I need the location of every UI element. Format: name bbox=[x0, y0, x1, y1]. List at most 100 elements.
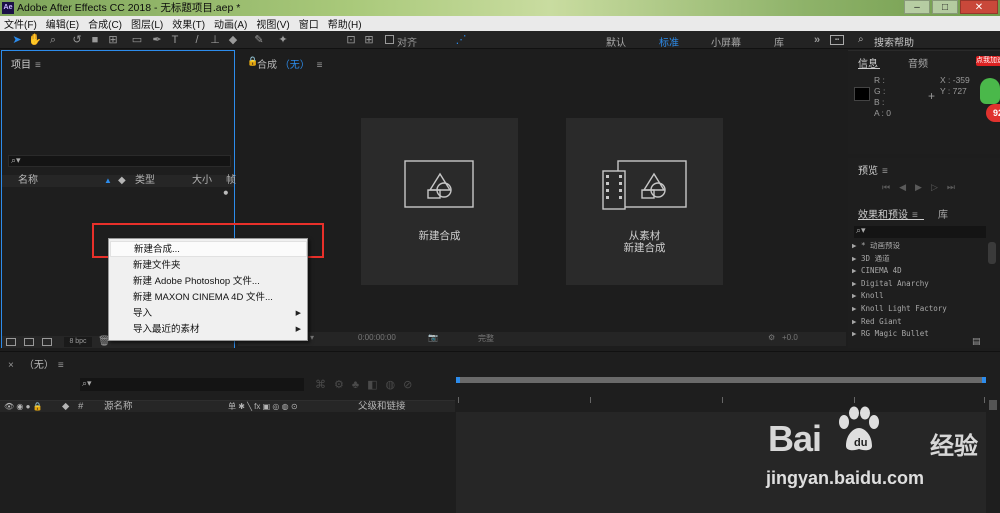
effects-item[interactable]: ▶ CINEMA 4D bbox=[852, 265, 988, 278]
label-tag-icon[interactable]: ◆ bbox=[62, 401, 69, 413]
brush-tool-icon[interactable]: / bbox=[190, 34, 204, 46]
more-workspaces-icon[interactable]: » bbox=[810, 34, 824, 46]
effects-item[interactable]: ▶ Red Giant bbox=[852, 316, 988, 329]
column-name[interactable]: 名称 bbox=[18, 175, 38, 187]
minimize-icon[interactable]: – bbox=[904, 0, 930, 14]
panel-menu-icon[interactable]: ≡ bbox=[58, 360, 64, 371]
context-new-composition[interactable]: 新建合成... bbox=[110, 241, 307, 257]
effects-item[interactable]: ▶ Knoll bbox=[852, 290, 988, 303]
close-icon[interactable]: × bbox=[8, 360, 14, 371]
workspace-libraries[interactable]: 库 bbox=[774, 34, 784, 49]
pan-behind-tool-icon[interactable]: ⊞ bbox=[106, 34, 120, 46]
search-help-field[interactable]: ⌕ 搜索帮助 bbox=[858, 34, 996, 49]
timeline-tab[interactable]: × （无） ≡ bbox=[8, 356, 64, 371]
new-composition-icon[interactable] bbox=[42, 338, 52, 346]
settings-icon[interactable]: ⚙ bbox=[768, 333, 775, 342]
effects-scrollbar[interactable] bbox=[988, 242, 996, 264]
sort-arrow-icon[interactable]: ▲ bbox=[104, 175, 112, 187]
preview-controls[interactable]: ⏮◀▶▷⏭ bbox=[882, 182, 964, 193]
new-folder-icon[interactable]: ▤ bbox=[972, 336, 981, 347]
panel-menu-icon[interactable]: ≡ bbox=[317, 60, 323, 71]
composition-panel[interactable]: 🔒 合成 （无） ≡ 新建合成 从素材 新建合成 ▾ 0:00:00:00 📷 … bbox=[238, 50, 846, 348]
menu-composition[interactable]: 合成(C) bbox=[88, 16, 122, 31]
maximize-icon[interactable]: □ bbox=[932, 0, 958, 14]
label-tag-icon[interactable]: ◆ bbox=[118, 175, 126, 187]
column-parent-link[interactable]: 父级和链接 bbox=[358, 401, 406, 413]
new-composition-card[interactable]: 新建合成 bbox=[361, 118, 518, 285]
roto-brush-tool-icon[interactable]: ✎ bbox=[252, 34, 266, 46]
context-new-folder[interactable]: 新建文件夹 bbox=[110, 258, 307, 274]
selection-tool-icon[interactable]: ➤ bbox=[10, 34, 24, 46]
rotate-tool-icon[interactable]: ↺ bbox=[70, 34, 84, 46]
resolution-dropdown[interactable]: ▾ bbox=[310, 333, 314, 342]
menu-animation[interactable]: 动画(A) bbox=[214, 16, 247, 31]
effects-search-input[interactable]: ⌕▾ bbox=[854, 225, 986, 238]
timeline-search-input[interactable]: ⌕▾ bbox=[80, 378, 304, 391]
clone-stamp-tool-icon[interactable]: ⊥ bbox=[208, 34, 222, 46]
snapshot-icon[interactable]: 📷 bbox=[428, 333, 438, 342]
puppet-tool-icon[interactable]: ✦ bbox=[276, 34, 290, 46]
zoom-dropdown[interactable]: 完整 bbox=[478, 333, 494, 344]
menu-window[interactable]: 窗口 bbox=[299, 16, 319, 31]
workspace-small-screen[interactable]: 小屏幕 bbox=[711, 34, 741, 49]
column-type[interactable]: 类型 bbox=[135, 175, 155, 187]
align-checkbox[interactable] bbox=[385, 35, 394, 44]
effects-item[interactable]: ▶ 3D 通道 bbox=[852, 253, 988, 266]
preview-panel[interactable]: 预览 ≡ ⏮◀▶▷⏭ bbox=[848, 158, 1000, 202]
exposure-value[interactable]: +0.0 bbox=[782, 333, 798, 342]
effects-item[interactable]: ▶ * 动画预设 bbox=[852, 240, 988, 253]
menu-layer[interactable]: 图层(L) bbox=[131, 16, 163, 31]
type-tool-icon[interactable]: T bbox=[168, 34, 182, 46]
panel-menu-icon[interactable]: ≡ bbox=[35, 60, 41, 71]
menu-file[interactable]: 文件(F) bbox=[4, 16, 37, 31]
speed-boost-badge[interactable]: 点我加速 92 bbox=[976, 56, 1000, 126]
flowchart-icon[interactable]: ⚫ bbox=[222, 188, 230, 199]
effects-item[interactable]: ▶ RG Magic Bullet bbox=[852, 328, 988, 341]
lock-icon[interactable]: 🔒 bbox=[247, 56, 258, 67]
camera-tool-icon[interactable]: ■ bbox=[88, 34, 102, 46]
context-new-photoshop-file[interactable]: 新建 Adobe Photoshop 文件... bbox=[110, 274, 307, 290]
timecode-display[interactable]: 0:00:00:00 bbox=[358, 333, 396, 342]
workspace-standard[interactable]: 标准 bbox=[659, 34, 679, 49]
layer-switches-header[interactable]: 单 ✱ ╲ fx ▣ ◎ ◍ ⊙ bbox=[228, 401, 298, 413]
tab-audio[interactable]: 音频 bbox=[908, 55, 928, 70]
zoom-tool-icon[interactable]: ⌕ bbox=[46, 34, 60, 46]
panel-menu-icon[interactable]: ≡ bbox=[882, 166, 888, 177]
menu-edit[interactable]: 编辑(E) bbox=[46, 16, 79, 31]
from-footage-card[interactable]: 从素材 新建合成 bbox=[566, 118, 723, 285]
workspace-menu-icon[interactable]: ▪▪ bbox=[830, 35, 844, 45]
tab-library[interactable]: 库 bbox=[938, 206, 948, 221]
close-icon[interactable]: ✕ bbox=[960, 0, 998, 14]
effects-and-presets-panel[interactable]: 效果和预设 ≡ 库 ⌕▾ ▶ * 动画预设 ▶ 3D 通道 ▶ CINEMA 4D… bbox=[848, 202, 1000, 348]
interpret-footage-icon[interactable] bbox=[6, 338, 16, 346]
column-frame[interactable]: 帧 bbox=[226, 175, 236, 187]
context-import-recent[interactable]: 导入最近的素材 ▶ bbox=[110, 322, 307, 338]
menu-effect[interactable]: 效果(T) bbox=[172, 16, 205, 31]
effects-item[interactable]: ▶ Knoll Light Factory bbox=[852, 303, 988, 316]
context-new-cinema4d-file[interactable]: 新建 MAXON CINEMA 4D 文件... bbox=[110, 290, 307, 306]
bit-depth-button[interactable]: 8 bpc bbox=[64, 337, 92, 347]
column-size[interactable]: 大小 bbox=[192, 175, 212, 187]
eraser-tool-icon[interactable]: ◆ bbox=[226, 34, 240, 46]
rectangle-tool-icon[interactable]: ▭ bbox=[130, 34, 144, 46]
hand-tool-icon[interactable]: ✋ bbox=[28, 34, 42, 46]
new-folder-icon[interactable] bbox=[24, 338, 34, 346]
project-search-input[interactable]: ⌕▾ bbox=[8, 155, 231, 167]
context-import[interactable]: 导入 ▶ bbox=[110, 306, 307, 322]
work-area-bar[interactable] bbox=[456, 377, 986, 383]
menu-item-label: 新建 Adobe Photoshop 文件... bbox=[133, 276, 260, 287]
effects-item[interactable]: ▶ Digital Anarchy bbox=[852, 278, 988, 291]
menu-view[interactable]: 视图(V) bbox=[256, 16, 289, 31]
menu-help[interactable]: 帮助(H) bbox=[328, 16, 362, 31]
info-g: G : bbox=[874, 86, 886, 96]
snap-icon[interactable]: ⋰ bbox=[454, 34, 468, 46]
pen-tool-icon[interactable]: ✒ bbox=[150, 34, 164, 46]
workspace-default[interactable]: 默认 bbox=[606, 34, 626, 49]
column-source-name[interactable]: 源名称 bbox=[104, 401, 133, 413]
axis-world-icon[interactable]: ⊞ bbox=[362, 34, 376, 46]
project-panel-title: 项目 ≡ bbox=[11, 56, 41, 71]
av-switches-icons[interactable]: 👁 ◉ ● 🔒 bbox=[4, 401, 43, 413]
timeline-switch-icons[interactable]: ⌘⚙♣◧◍⊘ bbox=[315, 378, 420, 391]
axis-local-icon[interactable]: ⊡ bbox=[344, 34, 358, 46]
composition-none-value: （无） bbox=[279, 60, 310, 71]
